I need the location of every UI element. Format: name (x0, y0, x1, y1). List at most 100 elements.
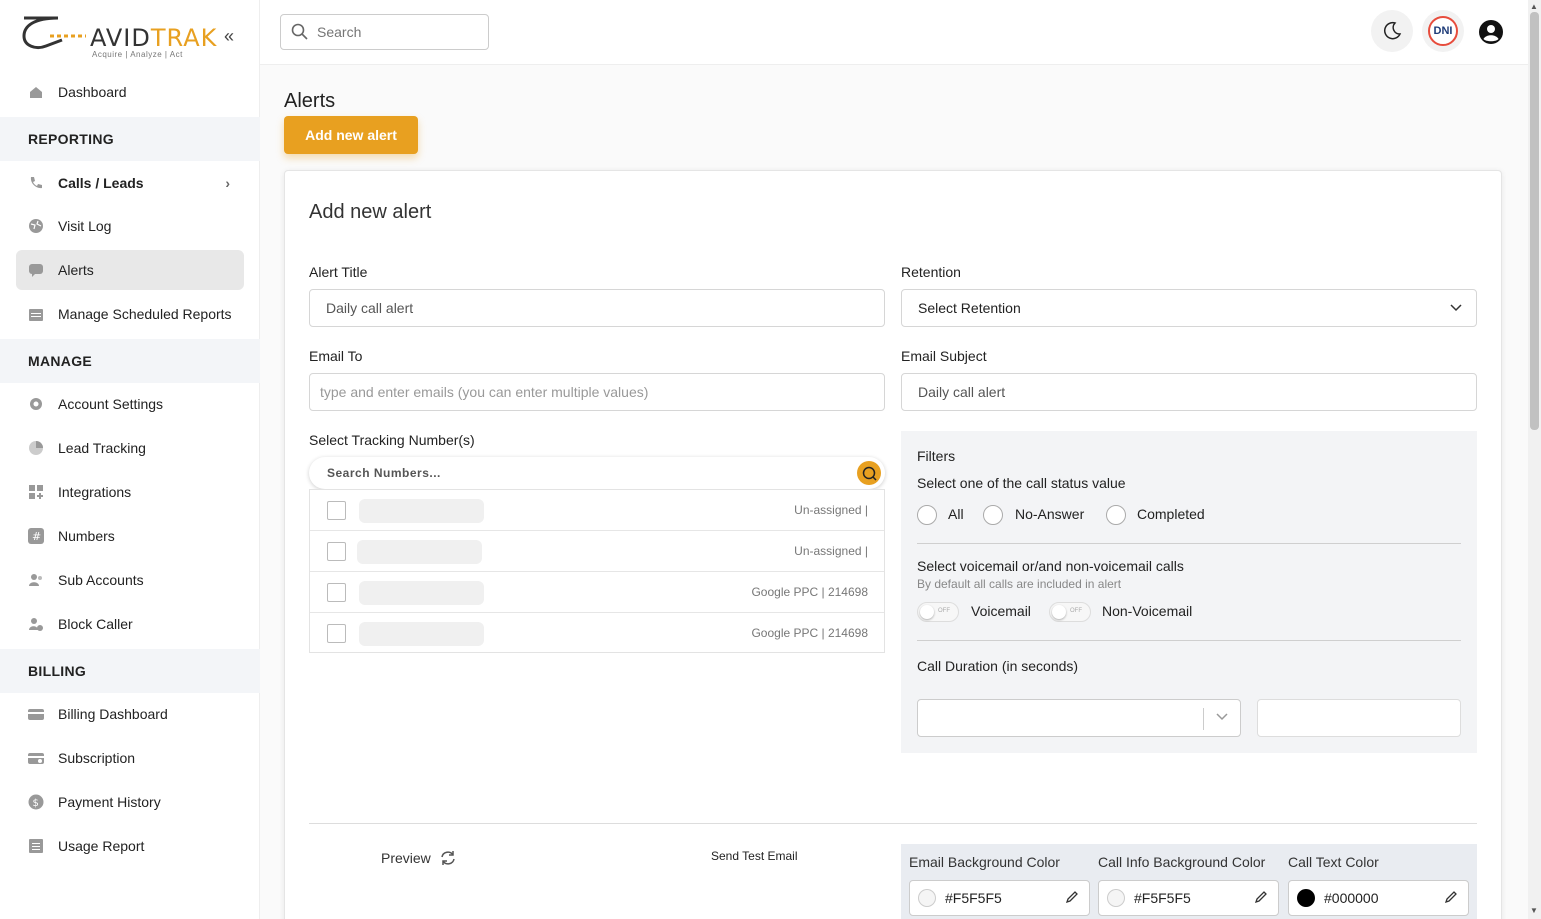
sidebar-item-scheduled-reports[interactable]: Manage Scheduled Reports (16, 294, 244, 334)
dollar-icon: $ (28, 794, 44, 810)
sidebar-item-label: Sub Accounts (58, 572, 144, 588)
pencil-icon[interactable] (1254, 890, 1268, 907)
sidebar-item-billing-dashboard[interactable]: Billing Dashboard (16, 694, 244, 734)
report-icon (28, 838, 44, 854)
account-button[interactable] (1478, 19, 1504, 50)
logo-mark-icon (22, 16, 86, 50)
sidebar-item-integrations[interactable]: Integrations (16, 472, 244, 512)
divider (309, 823, 1477, 824)
number-checkbox[interactable] (327, 542, 346, 561)
list-item[interactable]: Google PPC | 214698 (310, 572, 884, 613)
list-item[interactable]: Un-assigned | (310, 531, 884, 572)
radio-all[interactable] (917, 505, 937, 525)
non-voicemail-toggle[interactable]: OFF (1049, 602, 1091, 622)
add-new-alert-button[interactable]: Add new alert (284, 116, 418, 154)
scroll-up-icon[interactable]: ▲ (1530, 2, 1538, 11)
email-bg-color-input[interactable]: #F5F5F5 (909, 880, 1090, 916)
number-checkbox[interactable] (327, 583, 346, 602)
search-icon (291, 23, 308, 40)
sidebar-item-sub-accounts[interactable]: Sub Accounts (16, 560, 244, 600)
color-swatch[interactable] (1297, 889, 1315, 907)
color-swatch[interactable] (918, 889, 936, 907)
sidebar-item-subscription[interactable]: Subscription (16, 738, 244, 778)
sidebar-item-label: Numbers (58, 528, 115, 544)
sidebar-item-usage-report[interactable]: Usage Report (16, 826, 244, 866)
duration-seconds-input[interactable] (1257, 699, 1461, 737)
svg-text:#: # (32, 530, 41, 543)
call-text-color-label: Call Text Color (1288, 854, 1379, 870)
number-placeholder (359, 499, 484, 523)
send-test-email-button[interactable]: Send Test Email (711, 849, 798, 863)
section-reporting: REPORTING (0, 117, 260, 161)
preview-button[interactable]: Preview (381, 849, 457, 867)
sidebar-item-visit-log[interactable]: Visit Log (16, 206, 244, 246)
scroll-thumb[interactable] (1530, 12, 1539, 430)
brand-logo[interactable]: AVIDTRAK Acquire | Analyze | Act (20, 10, 240, 62)
sidebar-item-label: Alerts (58, 262, 94, 278)
topbar: DNI (260, 0, 1528, 65)
email-to-input[interactable]: type and enter emails (you can enter mul… (309, 373, 885, 411)
form-title: Add new alert (309, 201, 432, 223)
card-refresh-icon (28, 750, 44, 766)
non-voicemail-label: Non-Voicemail (1102, 603, 1193, 619)
home-icon (28, 84, 44, 100)
alert-title-input[interactable]: Daily call alert (309, 289, 885, 327)
number-placeholder (359, 581, 484, 605)
filters-panel: Filters Select one of the call status va… (901, 431, 1477, 753)
collapse-sidebar-icon[interactable]: « (224, 26, 234, 47)
brand-wordmark: AVIDTRAK (90, 24, 218, 52)
number-checkbox[interactable] (327, 624, 346, 643)
toggle-state-label: OFF (1070, 608, 1082, 614)
sidebar-item-lead-tracking[interactable]: Lead Tracking (16, 428, 244, 468)
voicemail-toggle[interactable]: OFF (917, 602, 959, 622)
page-scrollbar[interactable]: ▲ ▼ (1528, 0, 1541, 919)
number-placeholder (357, 540, 482, 564)
tracking-numbers-label: Select Tracking Number(s) (309, 432, 475, 448)
sidebar-item-block-caller[interactable]: Block Caller (16, 604, 244, 644)
apps-icon (28, 484, 44, 500)
alert-title-label: Alert Title (309, 264, 368, 280)
number-search-button[interactable] (857, 461, 881, 485)
color-value: #000000 (1324, 890, 1379, 906)
retention-select[interactable]: Select Retention (901, 289, 1477, 327)
radio-all-label: All (948, 506, 964, 522)
radio-no-answer[interactable] (983, 505, 1003, 525)
sidebar-item-alerts[interactable]: Alerts (16, 250, 244, 290)
call-info-bg-color-input[interactable]: #F5F5F5 (1098, 880, 1279, 916)
global-search[interactable] (280, 14, 489, 50)
sidebar-item-payment-history[interactable]: $ Payment History (16, 782, 244, 822)
duration-operator-select[interactable] (917, 699, 1241, 737)
users-icon (28, 572, 44, 588)
sidebar-item-label: Account Settings (58, 396, 164, 412)
sidebar-item-calls-leads[interactable]: Calls / Leads › (16, 163, 244, 203)
dark-mode-toggle[interactable] (1371, 10, 1413, 52)
user-circle-icon (1479, 20, 1503, 44)
color-swatch[interactable] (1107, 889, 1125, 907)
list-item[interactable]: Google PPC | 214698 (310, 613, 884, 654)
radio-completed[interactable] (1106, 505, 1126, 525)
sidebar-item-dashboard[interactable]: Dashboard (16, 72, 244, 112)
sidebar-item-account-settings[interactable]: Account Settings (16, 384, 244, 424)
number-checkbox[interactable] (327, 501, 346, 520)
email-to-label: Email To (309, 348, 363, 364)
search-input[interactable] (317, 24, 477, 40)
phone-icon (28, 175, 44, 191)
pencil-icon[interactable] (1065, 890, 1079, 907)
pencil-icon[interactable] (1444, 890, 1458, 907)
chat-alert-icon (28, 262, 44, 278)
list-item[interactable]: Un-assigned | (310, 490, 884, 531)
voicemail-prompt: Select voicemail or/and non-voicemail ca… (917, 558, 1184, 574)
section-manage: MANAGE (0, 339, 260, 383)
sidebar-item-numbers[interactable]: # Numbers (16, 516, 244, 556)
email-subject-input[interactable]: Daily call alert (901, 373, 1477, 411)
number-search-input[interactable]: Search Numbers... (309, 457, 885, 489)
dni-button[interactable]: DNI (1422, 10, 1464, 52)
email-colors-panel: Email Background Color #F5F5F5 Call Info… (901, 844, 1477, 919)
add-alert-form: Add new alert Alert Title Daily call ale… (284, 170, 1502, 919)
number-placeholder (359, 622, 484, 646)
search-icon (862, 466, 877, 481)
sidebar-item-label: Billing Dashboard (58, 706, 168, 722)
number-source: Un-assigned | (794, 544, 868, 558)
call-text-color-input[interactable]: #000000 (1288, 880, 1469, 916)
scroll-down-icon[interactable]: ▼ (1530, 906, 1538, 915)
